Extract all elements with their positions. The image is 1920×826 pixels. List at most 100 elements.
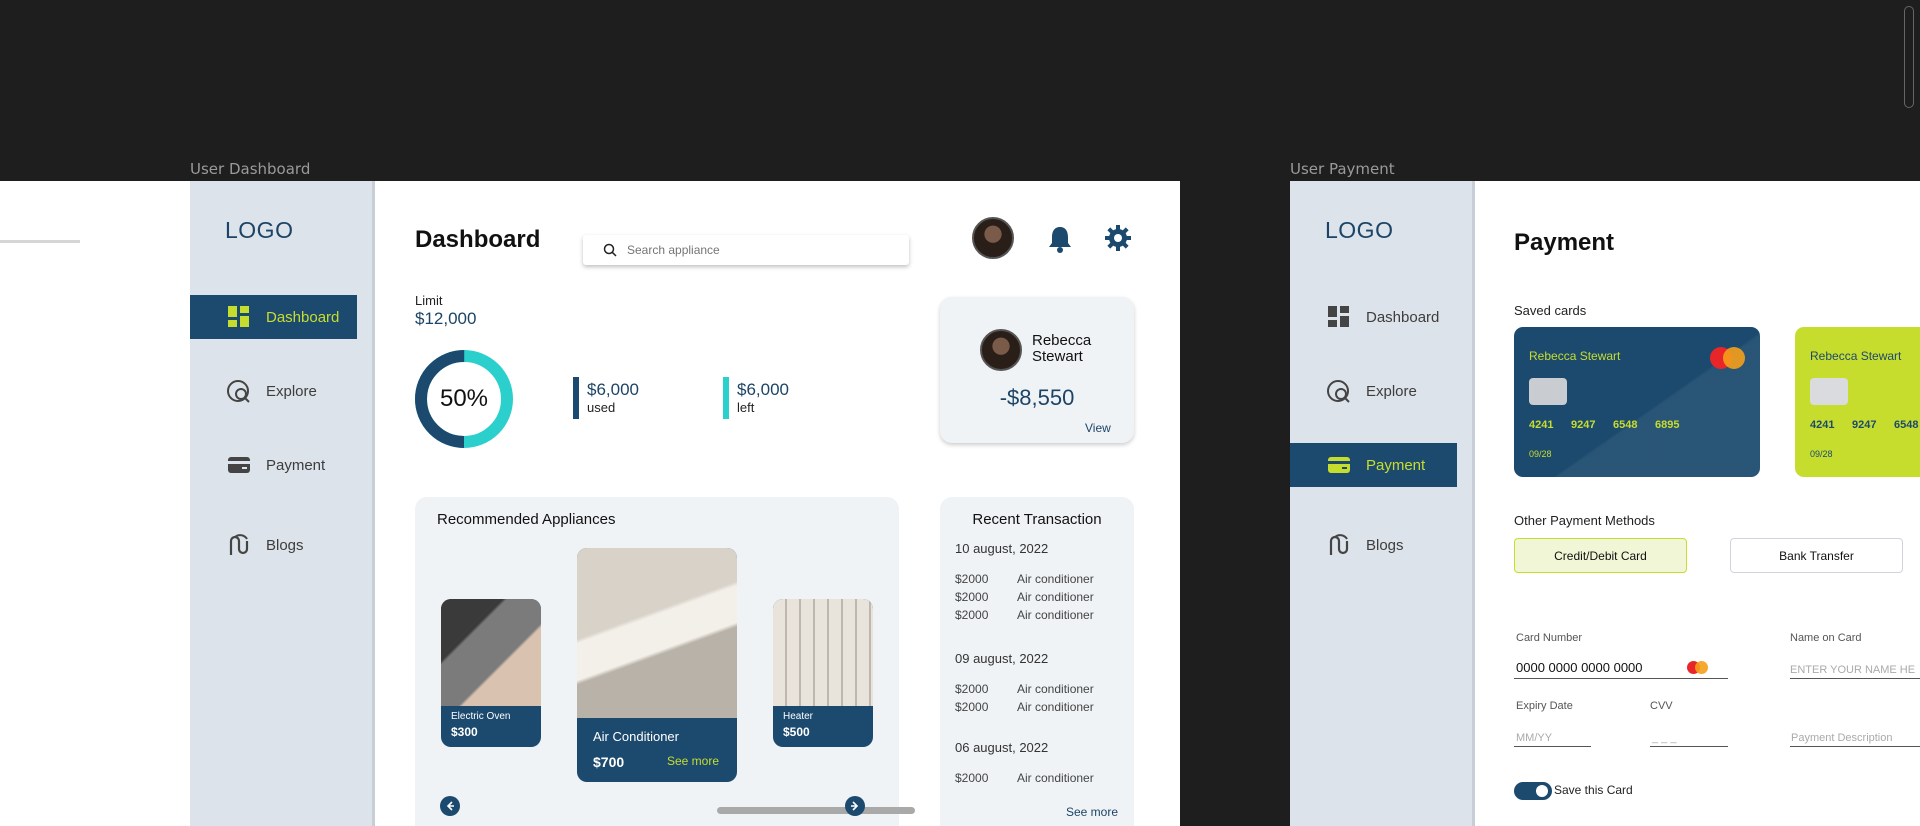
cvv-input[interactable]: _ _ _ [1652,732,1676,744]
appliance-price: $700 [593,754,625,770]
search-icon [603,243,617,257]
expiry-date-input[interactable]: MM/YY [1516,732,1552,744]
appliance-card[interactable]: Electric Oven $300 [441,599,541,747]
transaction-item: Air conditioner [1017,608,1094,622]
payment-frame: LOGO Dashboard Explore Payment Blogs Pay… [1290,181,1920,826]
dashboard-frame-label: User Dashboard [190,160,311,178]
sidebar-item-blogs[interactable]: Blogs [1290,523,1457,567]
bell-icon[interactable] [1047,225,1073,258]
card-number-part: 9247 [1571,419,1596,431]
saved-card[interactable]: Rebecca Stewart 4241 9247 6548 09/28 [1795,327,1920,477]
search-bar[interactable] [583,235,909,265]
save-card-toggle[interactable] [1514,782,1552,800]
sidebar-item-dashboard[interactable]: Dashboard [1290,295,1457,339]
card-number-input[interactable]: 0000 0000 0000 0000 [1516,660,1643,675]
dashboard-frame-margin [80,181,190,826]
saved-card[interactable]: Rebecca Stewart 4241 9247 6548 6895 09/2… [1514,327,1760,477]
sidebar-item-blogs[interactable]: Blogs [190,523,357,567]
sidebar-item-label: Explore [1366,382,1417,400]
profile-card: Rebecca Stewart -$8,550 View [940,297,1134,443]
sidebar-item-explore[interactable]: Explore [1290,369,1457,413]
profile-balance: -$8,550 [999,385,1075,410]
cvv-underline [1650,746,1728,747]
transaction-item: Air conditioner [1017,700,1094,714]
used-label: used [587,400,616,415]
sidebar-item-payment[interactable]: Payment [1290,443,1457,487]
mastercard-icon [1710,347,1746,369]
logo[interactable]: LOGO [225,217,293,244]
dashboard-icon [1326,304,1352,330]
recommended-panel: Recommended Appliances Electric Oven $30… [415,497,915,826]
profile-avatar [980,329,1022,371]
transaction-item: Air conditioner [1017,682,1094,696]
sidebar-item-explore[interactable]: Explore [190,369,357,413]
name-on-card-input[interactable]: ENTER YOUR NAME HE [1790,664,1915,676]
search-input[interactable] [627,243,887,257]
other-methods-label: Other Payment Methods [1514,513,1655,528]
profile-name: Rebecca Stewart [1032,332,1092,365]
card-number-part: 6895 [1655,419,1680,431]
card-number-underline [1514,678,1728,679]
dashboard-sidebar: LOGO Dashboard Explore Payment Blogs [190,181,375,826]
sidebar-item-label: Dashboard [1366,308,1440,326]
name-on-card-label: Name on Card [1790,632,1862,644]
blogs-icon [1326,532,1352,558]
carousel-scrollbar[interactable] [717,807,915,814]
logo[interactable]: LOGO [1325,217,1393,244]
sidebar-item-dashboard[interactable]: Dashboard [190,295,357,339]
save-card-label: Save this Card [1554,783,1633,797]
cvv-label: CVV [1650,700,1673,712]
sidebar-item-payment[interactable]: Payment [190,443,357,487]
page-title: Dashboard [415,226,541,253]
avatar[interactable] [972,217,1014,259]
sidebar-item-label: Explore [266,382,317,400]
carousel-next-button[interactable] [845,796,865,821]
payment-description-underline [1790,746,1920,747]
name-on-card-underline [1790,678,1920,679]
expiry-underline [1514,746,1591,747]
profile-view-link[interactable]: View [1085,421,1111,435]
wallet-icon [1326,452,1352,478]
electric-oven-image [441,599,541,706]
transactions-see-more-link[interactable]: See more [1066,805,1118,819]
left-amount: $6,000 [737,380,789,399]
transaction-date: 10 august, 2022 [955,541,1049,556]
transaction-amount: $2000 [955,771,989,785]
air-conditioner-image [577,548,737,718]
card-holder: Rebecca Stewart [1529,349,1621,363]
sidebar-item-label: Blogs [266,536,304,554]
previous-frame-stub [0,181,80,826]
appliance-price: $500 [783,725,810,739]
expiry-date-label: Expiry Date [1516,700,1573,712]
payment-sidebar: LOGO Dashboard Explore Payment Blogs [1290,181,1475,826]
appliance-price: $300 [451,725,478,739]
chip-icon [1810,378,1848,405]
card-number-part: 6548 [1894,419,1919,431]
used-indicator [573,377,579,419]
carousel-prev-button[interactable] [440,796,460,821]
card-number-part: 4241 [1529,419,1554,431]
saved-cards-label: Saved cards [1514,303,1587,318]
transaction-amount: $2000 [955,700,989,714]
previous-frame-strip [0,181,80,243]
sidebar-item-label: Dashboard [266,308,340,326]
explore-icon [226,378,252,404]
transaction-amount: $2000 [955,590,989,604]
blogs-icon [226,532,252,558]
explore-icon [1326,378,1352,404]
payment-description-input[interactable]: Payment Description [1791,732,1893,744]
used-amount: $6,000 [587,380,639,399]
appliance-card[interactable]: Air Conditioner $700 See more [577,548,737,782]
appliance-card[interactable]: Heater $500 [773,599,873,747]
card-holder: Rebecca Stewart [1810,349,1902,363]
sidebar-item-label: Payment [266,456,326,474]
see-more-link[interactable]: See more [667,754,719,768]
gear-icon[interactable] [1105,225,1131,256]
heater-image [773,599,873,706]
credit-debit-card-button[interactable]: Credit/Debit Card [1514,538,1687,573]
transaction-amount: $2000 [955,572,989,586]
bank-transfer-button[interactable]: Bank Transfer [1730,538,1903,573]
left-label: left [737,400,755,415]
window-scrollbar[interactable] [1904,6,1914,108]
payment-frame-label: User Payment [1290,160,1395,178]
